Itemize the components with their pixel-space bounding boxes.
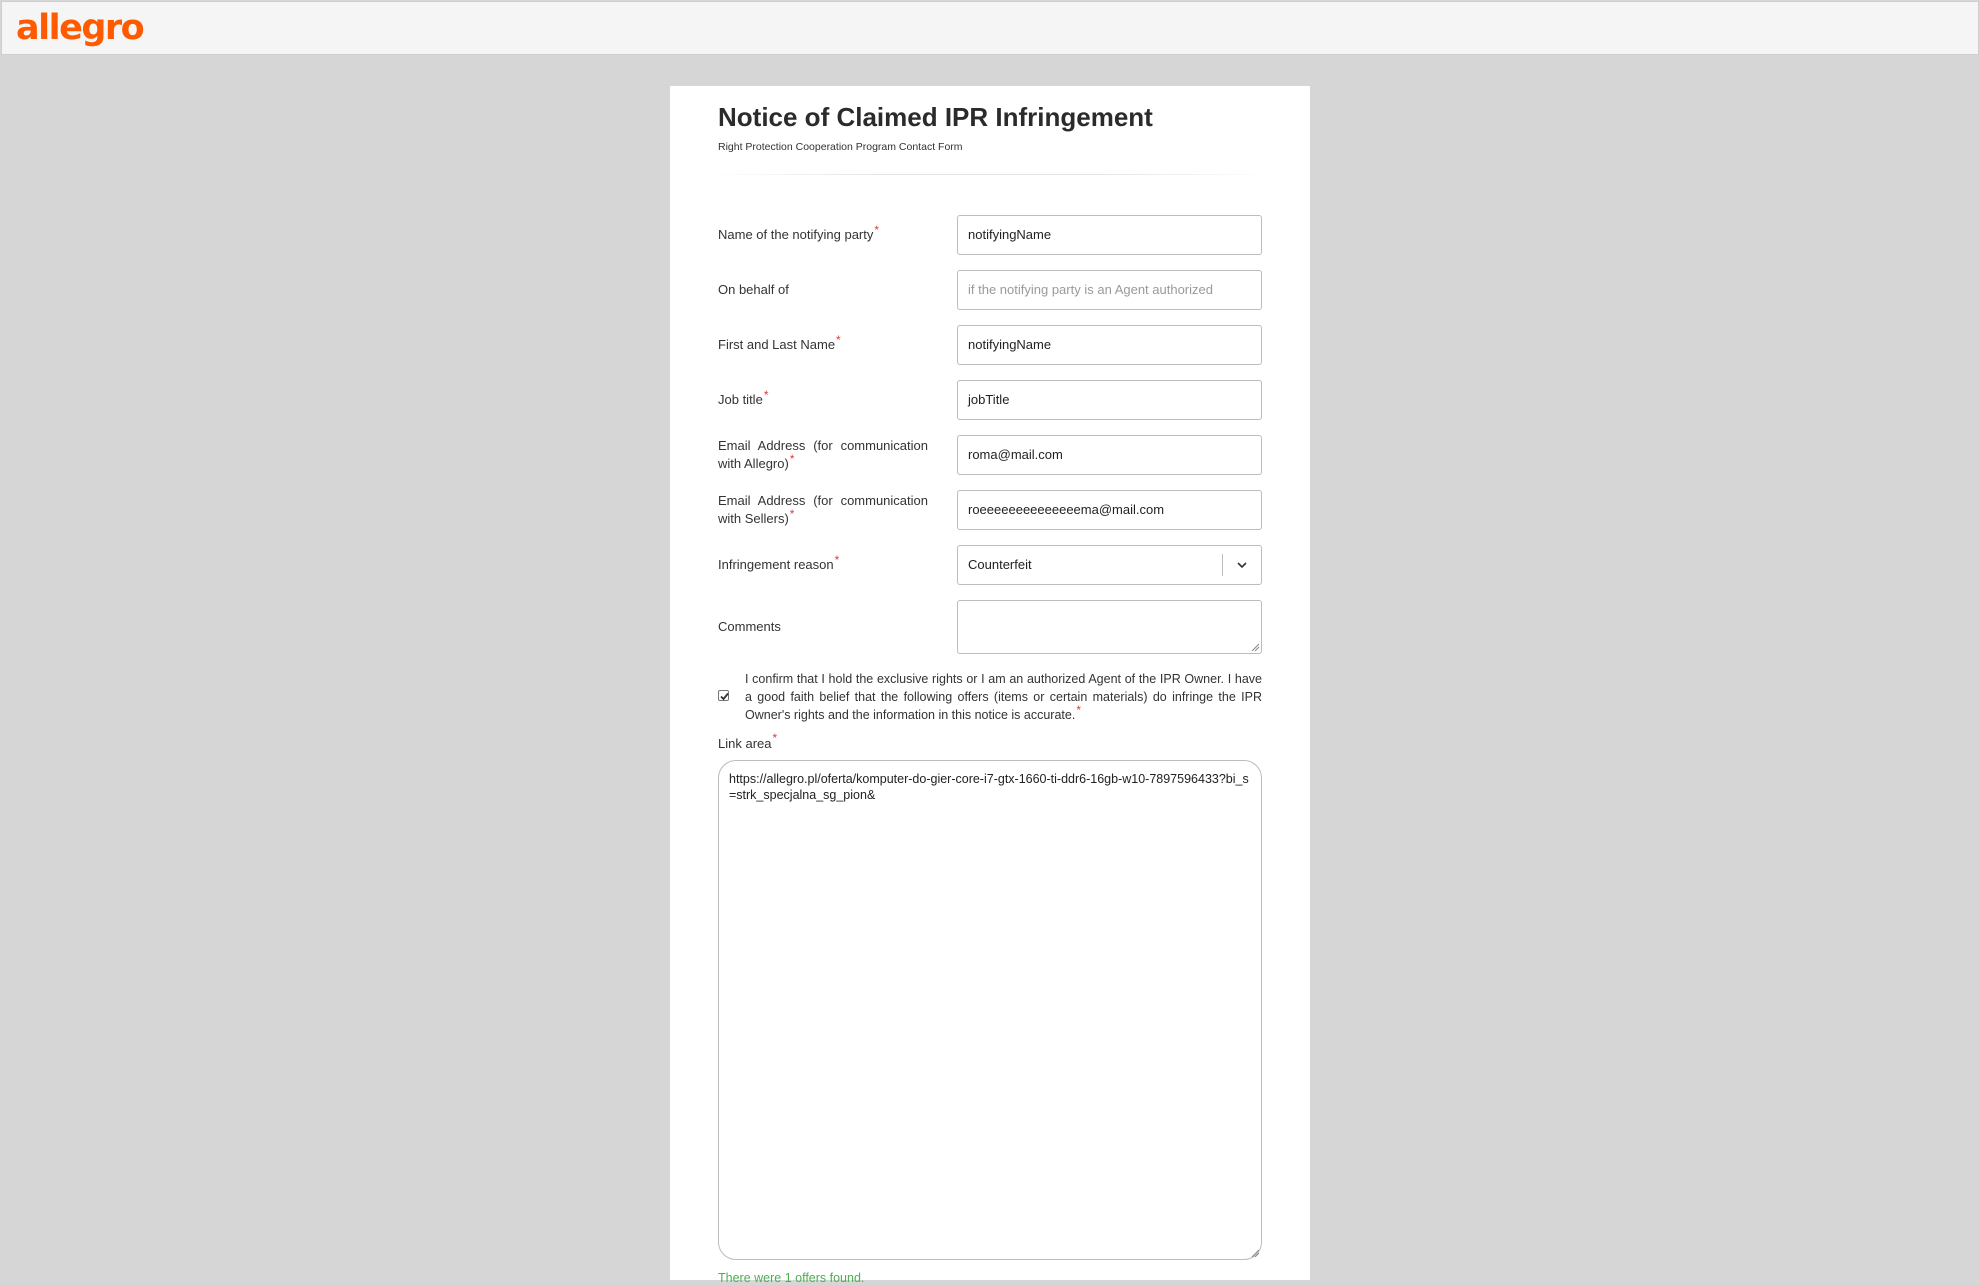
resize-grip-icon[interactable] <box>1250 1248 1260 1258</box>
offers-found-message: There were 1 offers found. <box>718 1271 865 1285</box>
chevron-down-icon[interactable] <box>1235 559 1249 571</box>
row-confirm: I confirm that I hold the exclusive righ… <box>718 670 1262 726</box>
first-last-name-label: First and Last Name* <box>718 333 841 352</box>
row-comments: Comments <box>718 600 1262 654</box>
row-job-title: Job title* jobTitle <box>718 380 1262 420</box>
link-area-label: Link area* <box>718 731 778 751</box>
email-sellers-input[interactable]: roeeeeeeeeeeeeeema@mail.com <box>957 490 1262 530</box>
required-marker: * <box>763 388 769 402</box>
link-area-textarea[interactable]: https://allegro.pl/oferta/komputer-do-gi… <box>718 760 1262 1260</box>
confirm-label: I confirm that I hold the exclusive righ… <box>745 672 1262 722</box>
page-title: Notice of Claimed IPR Infringement <box>718 102 1153 132</box>
top-bar: allegro <box>1 1 1979 55</box>
allegro-logo[interactable]: allegro <box>16 8 145 48</box>
first-last-name-input[interactable]: notifyingName <box>957 325 1262 365</box>
form-card: Notice of Claimed IPR Infringement Right… <box>670 86 1310 1285</box>
infringement-reason-select[interactable]: Counterfeit <box>957 545 1262 585</box>
required-marker: * <box>836 333 841 347</box>
on-behalf-of-input[interactable]: if the notifying party is an Agent autho… <box>957 270 1262 310</box>
job-title-label: Job title* <box>718 388 769 407</box>
row-link-area: Link area* https://allegro.pl/oferta/kom… <box>718 731 1262 1264</box>
email-allegro-input[interactable]: roma@mail.com <box>957 435 1262 475</box>
resize-grip-icon[interactable] <box>1250 642 1260 652</box>
page-subtitle: Right Protection Cooperation Program Con… <box>718 141 963 153</box>
required-marker: * <box>1076 703 1081 717</box>
divider <box>710 174 1270 175</box>
job-title-input[interactable]: jobTitle <box>957 380 1262 420</box>
infringement-reason-label: Infringement reason* <box>718 553 840 572</box>
check-icon <box>720 692 729 701</box>
email-sellers-label: Email Address (for communication with Se… <box>718 493 928 526</box>
row-notifying-party: Name of the notifying party* notifyingNa… <box>718 215 1262 255</box>
infringement-reason-value: Counterfeit <box>968 557 1032 572</box>
required-marker: * <box>874 223 880 237</box>
row-first-last-name: First and Last Name* notifyingName <box>718 325 1262 365</box>
on-behalf-of-label: On behalf of <box>718 282 789 297</box>
comments-label: Comments <box>718 619 781 634</box>
confirm-checkbox[interactable] <box>718 690 729 701</box>
select-separator <box>1222 554 1223 576</box>
row-email-sellers: Email Address (for communication with Se… <box>718 490 1262 530</box>
row-on-behalf-of: On behalf of if the notifying party is a… <box>718 270 1262 310</box>
required-marker: * <box>789 507 795 521</box>
comments-textarea[interactable] <box>957 600 1262 654</box>
required-marker: * <box>772 731 778 745</box>
email-allegro-label: Email Address (for communication with Al… <box>718 438 928 471</box>
notifying-party-label: Name of the notifying party* <box>718 223 880 242</box>
notifying-party-input[interactable]: notifyingName <box>957 215 1262 255</box>
row-email-allegro: Email Address (for communication with Al… <box>718 435 1262 475</box>
row-infringement-reason: Infringement reason* Counterfeit <box>718 545 1262 585</box>
required-marker: * <box>789 452 795 466</box>
required-marker: * <box>834 553 840 567</box>
